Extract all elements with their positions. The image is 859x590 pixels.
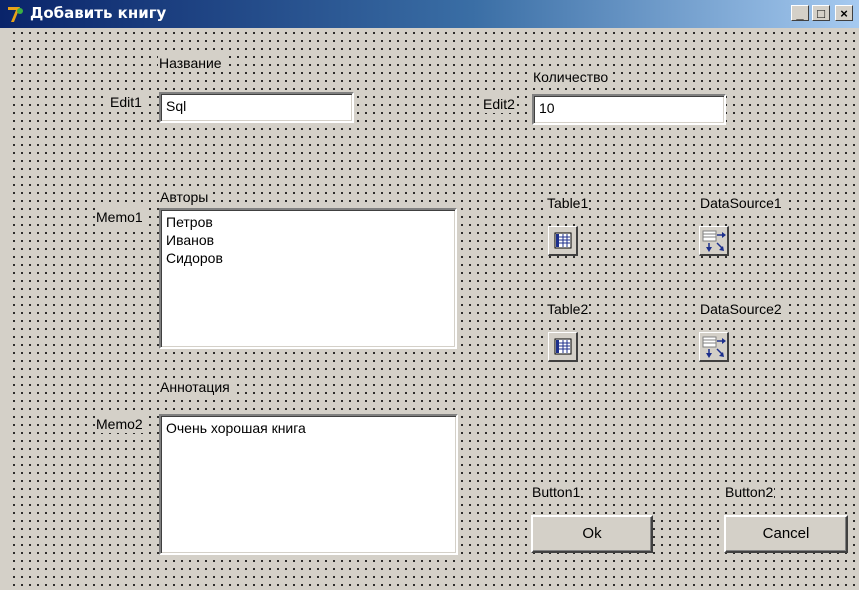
ok-button[interactable]: Ok [531,515,653,553]
title-caption-label: Название [158,54,223,72]
memo-line: Сидоров [166,250,223,266]
quantity-caption-label: Количество [532,68,610,86]
form-design-surface[interactable]: Название Edit1 Sql Количество Edit2 10 А… [8,28,855,588]
table-icon [554,338,572,355]
form-designer-window: Добавить книгу _ □ × Название Edit1 Sql … [0,0,859,590]
annotation-memo[interactable]: Очень хорошая книга [159,414,458,555]
minimize-button[interactable]: _ [791,5,809,21]
memo-line: Иванов [166,232,215,248]
edit2-name-label: Edit2 [482,95,516,113]
memo-line: Петров [166,214,213,230]
window-title: Добавить книгу [30,4,167,22]
table1-component[interactable] [548,226,578,256]
table2-component[interactable] [548,332,578,362]
datasource2-label: DataSource2 [699,300,783,318]
edit1-name-label: Edit1 [109,93,143,111]
close-button[interactable]: × [835,5,853,21]
table2-label: Table2 [546,300,590,318]
button1-name-label: Button1 [531,483,582,501]
title-edit-field[interactable]: Sql [159,92,354,123]
memo2-name-label: Memo2 [95,415,144,433]
table1-label: Table1 [546,194,590,212]
datasource1-component[interactable] [699,226,729,256]
table-icon [554,232,572,249]
maximize-button[interactable]: □ [812,5,830,21]
button2-name-label: Button2 [724,483,775,501]
datasource1-label: DataSource1 [699,194,783,212]
authors-memo[interactable]: Петров Иванов Сидоров [159,208,457,349]
app-icon [8,7,23,22]
authors-caption-label: Авторы [159,188,210,206]
datasource-icon [702,230,726,252]
memo-line: Очень хорошая книга [166,420,306,436]
title-bar[interactable]: Добавить книгу _ □ × [0,0,859,28]
annotation-caption-label: Аннотация [159,378,231,396]
memo1-name-label: Memo1 [95,208,144,226]
datasource-icon [702,336,726,358]
quantity-edit-field[interactable]: 10 [532,94,726,125]
datasource2-component[interactable] [699,332,729,362]
cancel-button[interactable]: Cancel [724,515,848,553]
